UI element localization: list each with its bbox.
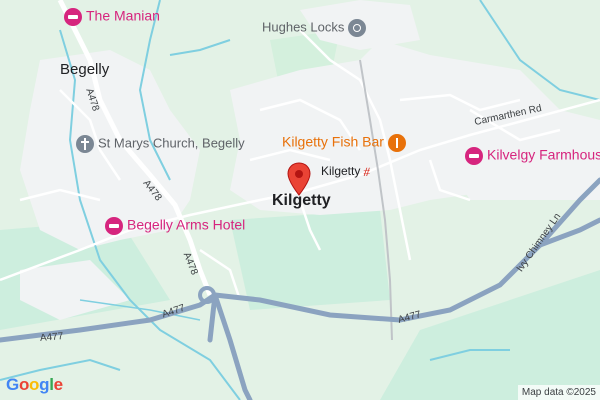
train-station-icon: ⧣ [363,164,371,178]
poi-label: St Marys Church, Begelly [98,135,245,151]
poi-kilgetty-fish-bar[interactable]: Kilgetty Fish Bar [282,134,410,152]
poi-hughes-locks[interactable]: Hughes Locks [262,19,370,37]
poi-label: The Manian [86,7,160,24]
poi-label: Hughes Locks [262,19,345,35]
hotel-icon [465,147,483,165]
logo-letter: o [29,375,40,394]
church-icon [76,135,94,153]
green-area [230,210,390,310]
hotel-icon [105,217,123,235]
place-begelly[interactable]: Begelly [60,62,109,77]
station-kilgetty[interactable]: Kilgetty ⧣ [321,165,370,177]
map-canvas[interactable]: The Manian Begelly Hughes Locks St Marys… [0,0,600,400]
poi-label: Kilvelgy Farmhouse [487,146,600,163]
poi-st-marys-church[interactable]: St Marys Church, Begelly [76,135,245,153]
poi-begelly-arms-hotel[interactable]: Begelly Arms Hotel [105,217,245,235]
poi-kilvelgy-farmhouse[interactable]: Kilvelgy Farmhouse [465,147,600,165]
station-label: Kilgetty [321,164,361,178]
road-label-a477: A477 [39,331,64,344]
logo-letter: e [53,375,63,394]
google-logo: Google [6,375,63,395]
logo-letter: g [39,375,50,394]
poi-label: Kilgetty Fish Bar [282,133,384,150]
restaurant-icon [387,134,406,152]
poi-label: Begelly Arms Hotel [127,216,246,233]
landmark-icon [348,19,367,37]
poi-the-manian[interactable]: The Manian [64,8,160,26]
location-pin-icon[interactable] [287,162,311,196]
logo-letter: o [18,375,30,394]
hotel-icon [64,8,82,26]
map-attribution: Map data ©2025 [517,385,600,400]
logo-letter: G [6,375,19,394]
